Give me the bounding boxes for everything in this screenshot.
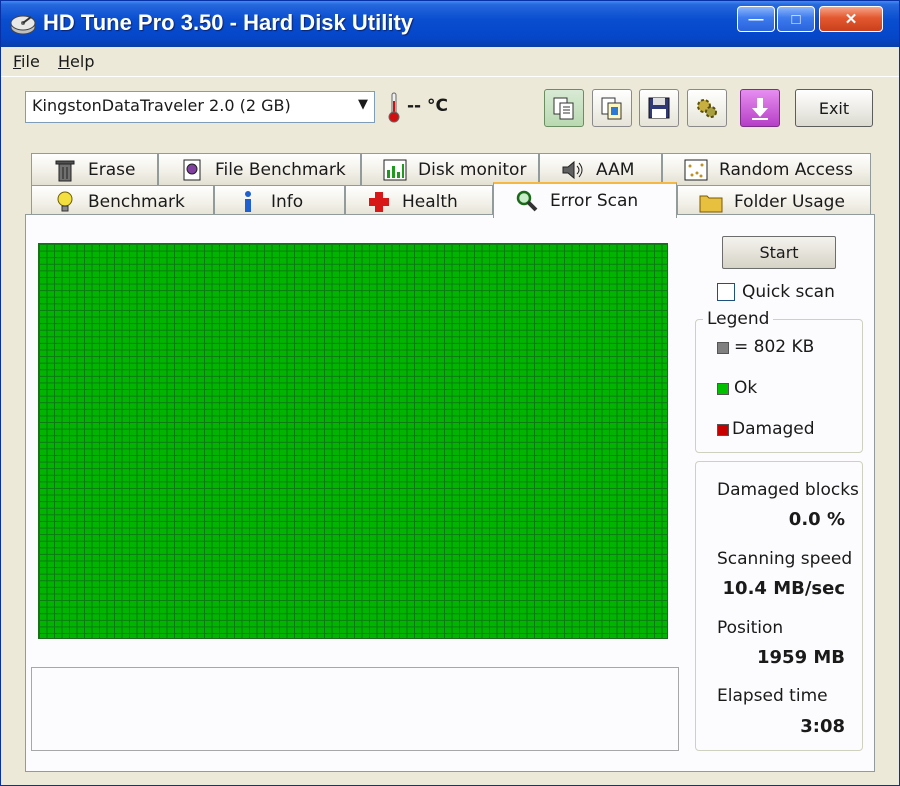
damaged-blocks-label: Damaged blocks: [717, 480, 859, 500]
position-label: Position: [717, 618, 784, 638]
download-icon: [752, 98, 768, 120]
info-icon: [245, 190, 251, 212]
legend-swatch-block-size: [717, 342, 729, 354]
tab-benchmark[interactable]: Benchmark: [31, 185, 214, 217]
elapsed-time-label: Elapsed time: [717, 686, 828, 706]
exit-button[interactable]: Exit: [795, 89, 873, 127]
folder-icon: [699, 195, 723, 212]
options-icon: [697, 99, 717, 118]
temperature-readout: -- °C: [407, 96, 449, 116]
random-access-icon: [684, 159, 708, 180]
drive-select-value: KingstonDataTraveler 2.0 (2 GB): [32, 96, 291, 115]
drive-select[interactable]: KingstonDataTraveler 2.0 (2 GB) ▼: [25, 91, 375, 123]
save-button[interactable]: [639, 89, 679, 127]
save-icon: [648, 97, 670, 119]
menu-bar: File Help: [1, 47, 899, 77]
copy-text-button[interactable]: [544, 89, 584, 127]
file-benchmark-icon: [183, 159, 201, 180]
elapsed-time-value: 3:08: [800, 716, 845, 737]
lightbulb-icon: [57, 191, 73, 211]
title-bar[interactable]: HD Tune Pro 3.50 - Hard Disk Utility — □…: [1, 1, 899, 47]
position-value: 1959 MB: [757, 647, 845, 668]
legend-swatch-ok: [717, 383, 729, 395]
quick-scan-checkbox[interactable]: [717, 283, 735, 301]
chevron-down-icon[interactable]: ▼: [358, 97, 368, 112]
quick-scan-label: Quick scan: [742, 282, 835, 302]
scanning-speed-label: Scanning speed: [717, 549, 853, 569]
tab-disk-monitor[interactable]: Disk monitor: [361, 153, 539, 185]
app-disk-icon: [10, 15, 36, 35]
block-scan-map: [38, 243, 668, 639]
tab-health[interactable]: Health: [345, 185, 493, 217]
close-icon: ✕: [844, 11, 858, 28]
speaker-icon: [562, 160, 583, 179]
minimize-icon: —: [748, 10, 764, 28]
menu-file[interactable]: File: [13, 52, 40, 71]
legend-label-damaged: Damaged: [732, 419, 815, 439]
trash-icon: [55, 160, 75, 181]
scan-log-box[interactable]: [31, 667, 679, 751]
options-button[interactable]: [687, 89, 727, 127]
toolbar: KingstonDataTraveler 2.0 (2 GB) ▼ -- °C: [1, 79, 899, 149]
tab-random-access[interactable]: Random Access: [662, 153, 871, 185]
close-button[interactable]: ✕: [819, 6, 883, 32]
legend-label-ok: Ok: [734, 378, 758, 398]
copy-screenshot-icon: [601, 97, 622, 120]
damaged-blocks-value: 0.0 %: [788, 509, 845, 530]
tab-aam[interactable]: AAM: [539, 153, 662, 185]
legend-label-block-size: = 802 KB: [734, 337, 815, 357]
stats-group: [695, 461, 863, 751]
disk-monitor-icon: [383, 159, 407, 180]
thermometer-icon: [388, 92, 400, 123]
download-button[interactable]: [740, 89, 780, 127]
scanning-speed-value: 10.4 MB/sec: [722, 578, 845, 599]
window-title: HD Tune Pro 3.50 - Hard Disk Utility: [43, 10, 414, 35]
tab-erase[interactable]: Erase: [31, 153, 158, 185]
legend-swatch-damaged: [717, 424, 729, 436]
copy-text-icon: [553, 97, 574, 120]
tab-file-benchmark[interactable]: File Benchmark: [158, 153, 361, 185]
tab-error-scan[interactable]: Error Scan: [493, 182, 677, 218]
maximize-button[interactable]: □: [777, 6, 815, 32]
tab-folder-usage[interactable]: Folder Usage: [677, 185, 871, 217]
legend-title: Legend: [703, 309, 774, 329]
menu-help[interactable]: Help: [58, 52, 94, 71]
app-window: HD Tune Pro 3.50 - Hard Disk Utility — □…: [0, 0, 900, 786]
maximize-icon: □: [791, 10, 801, 28]
copy-screenshot-button[interactable]: [592, 89, 632, 127]
health-cross-icon: [369, 191, 389, 212]
tab-info[interactable]: Info: [214, 185, 345, 217]
magnifier-icon: [516, 190, 538, 212]
start-button[interactable]: Start: [722, 236, 836, 269]
minimize-button[interactable]: —: [737, 6, 775, 32]
